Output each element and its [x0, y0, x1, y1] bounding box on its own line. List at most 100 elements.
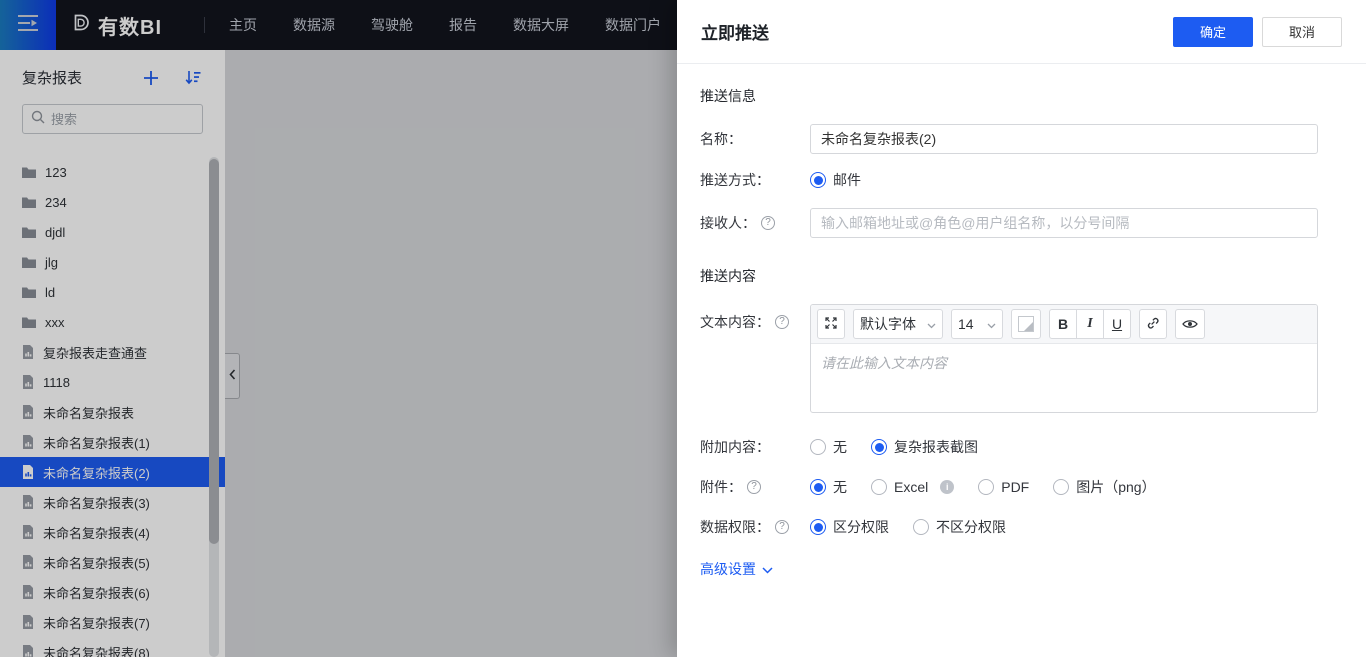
radio-label: 图片（png） [1076, 477, 1155, 497]
sidebar-item-label: jlg [45, 255, 58, 270]
report-file-icon [22, 585, 34, 599]
radio-label: 不区分权限 [936, 517, 1006, 537]
radio-label: PDF [1001, 479, 1029, 495]
radio-permission-split[interactable]: 区分权限 [810, 517, 889, 537]
sidebar-item-report-selected[interactable]: 未命名复杂报表(2) [0, 457, 225, 487]
app-window: 有数BI 主页 数据源 驾驶舱 报告 数据大屏 数据门户 复杂报表 [0, 0, 1366, 657]
sidebar-item-report[interactable]: 复杂报表走查通查 [0, 337, 225, 367]
radio-extra-screenshot[interactable]: 复杂报表截图 [871, 437, 978, 457]
insert-link-button[interactable] [1139, 309, 1167, 339]
sidebar-item-report[interactable]: 未命名复杂报表(1) [0, 427, 225, 457]
recipients-input[interactable] [810, 208, 1318, 238]
sidebar-item-report[interactable]: 未命名复杂报表(6) [0, 577, 225, 607]
sidebar-item-folder-djdl[interactable]: djdl [0, 217, 225, 247]
radio-icon [871, 479, 887, 495]
nav-item-report[interactable]: 报告 [449, 15, 477, 35]
help-icon[interactable]: ? [747, 480, 761, 494]
sidebar-scrollbar[interactable] [209, 157, 219, 657]
drawer-body: 推送信息 名称： 推送方式： 邮件 [677, 64, 1366, 579]
cancel-button[interactable]: 取消 [1262, 17, 1342, 47]
radio-icon [913, 519, 929, 535]
name-input[interactable] [810, 124, 1318, 154]
search-input[interactable] [51, 112, 194, 127]
sidebar-scrollbar-thumb[interactable] [209, 159, 219, 544]
italic-button[interactable]: I [1076, 309, 1104, 339]
nav-item-dashboard[interactable]: 驾驶舱 [371, 15, 413, 35]
search-box [22, 104, 203, 134]
sidebar-item-folder-123[interactable]: 123 [0, 157, 225, 187]
radio-label: 邮件 [833, 170, 861, 190]
sidebar-item-report[interactable]: 未命名复杂报表(8) [0, 637, 225, 657]
radio-label: Excel [894, 479, 928, 495]
chevron-down-icon [927, 316, 936, 332]
folder-icon [22, 166, 36, 178]
report-file-icon [22, 405, 34, 419]
sidebar-item-folder-jlg[interactable]: jlg [0, 247, 225, 277]
add-report-button[interactable] [143, 70, 159, 89]
radio-label: 无 [833, 437, 847, 457]
sidebar-item-report[interactable]: 未命名复杂报表(5) [0, 547, 225, 577]
sidebar-item-folder-xxx[interactable]: xxx [0, 307, 225, 337]
section-push-info: 推送信息 [700, 86, 1342, 106]
nav-item-dataportal[interactable]: 数据门户 [605, 15, 661, 35]
radio-attachment-excel[interactable]: Excel i [871, 479, 954, 495]
radio-attachment-pdf[interactable]: PDF [978, 479, 1029, 495]
help-icon[interactable]: ? [761, 216, 775, 230]
report-file-icon [22, 495, 34, 509]
eye-icon [1182, 316, 1198, 332]
extra-content-row: 附加内容： 无 复杂报表截图 [700, 437, 1342, 457]
sidebar-item-folder-ld[interactable]: ld [0, 277, 225, 307]
font-size-select[interactable]: 14 [951, 309, 1003, 339]
nav-item-datasource[interactable]: 数据源 [293, 15, 335, 35]
report-file-icon [22, 615, 34, 629]
font-family-select[interactable]: 默认字体 [853, 309, 943, 339]
format-button-group: B I U [1049, 309, 1131, 339]
chevron-left-icon [229, 367, 236, 385]
underline-button[interactable]: U [1103, 309, 1131, 339]
sidebar-item-report[interactable]: 未命名复杂报表(3) [0, 487, 225, 517]
sidebar-item-report[interactable]: 未命名复杂报表(7) [0, 607, 225, 637]
sidebar-item-report[interactable]: 未命名复杂报表(4) [0, 517, 225, 547]
sidebar-item-label: 未命名复杂报表(5) [43, 553, 150, 572]
radio-attachment-png[interactable]: 图片（png） [1053, 477, 1155, 497]
sidebar-item-label: 123 [45, 165, 67, 180]
fullscreen-button[interactable] [817, 309, 845, 339]
preview-button[interactable] [1175, 309, 1205, 339]
sidebar-item-report[interactable]: 未命名复杂报表 [0, 397, 225, 427]
radio-permission-nosplit[interactable]: 不区分权限 [913, 517, 1006, 537]
attachment-label: 附件： ? [700, 477, 810, 497]
sidebar-item-report[interactable]: 1118 [0, 367, 225, 397]
sidebar-item-label: 234 [45, 195, 67, 210]
attachment-label-text: 附件： [700, 477, 742, 497]
help-icon[interactable]: ? [775, 315, 789, 329]
sidebar-collapse-handle[interactable] [225, 353, 240, 399]
radio-checked-icon [871, 439, 887, 455]
bold-button[interactable]: B [1049, 309, 1077, 339]
radio-attachment-none[interactable]: 无 [810, 477, 847, 497]
report-file-icon [22, 555, 34, 569]
push-method-label: 推送方式： [700, 170, 810, 190]
data-permission-row: 数据权限： ? 区分权限 不区分权限 [700, 517, 1342, 537]
editor-text-area[interactable]: 请在此输入文本内容 [811, 344, 1317, 412]
report-file-icon [22, 465, 34, 479]
folder-icon [22, 286, 36, 298]
sidebar-item-label: 未命名复杂报表 [43, 403, 134, 422]
radio-email[interactable]: 邮件 [810, 170, 861, 190]
font-color-button[interactable] [1011, 309, 1041, 339]
radio-checked-icon [810, 479, 826, 495]
sort-button[interactable] [185, 70, 201, 88]
confirm-button[interactable]: 确定 [1173, 17, 1253, 47]
app-logo[interactable]: 有数BI [69, 11, 162, 40]
radio-label: 区分权限 [833, 517, 889, 537]
help-icon[interactable]: ? [775, 520, 789, 534]
sidebar-item-folder-234[interactable]: 234 [0, 187, 225, 217]
sidebar-item-label: 未命名复杂报表(8) [43, 643, 150, 657]
radio-extra-none[interactable]: 无 [810, 437, 847, 457]
sidebar: 复杂报表 123 234 djdl jlg ld xxx 复杂报表走查通查 11… [0, 50, 225, 657]
nav-item-bigscreen[interactable]: 数据大屏 [513, 15, 569, 35]
info-icon[interactable]: i [940, 480, 954, 494]
advanced-settings-link[interactable]: 高级设置 [700, 559, 773, 579]
nav-item-home[interactable]: 主页 [229, 15, 257, 35]
hamburger-button[interactable] [0, 0, 56, 50]
report-file-icon [22, 525, 34, 539]
